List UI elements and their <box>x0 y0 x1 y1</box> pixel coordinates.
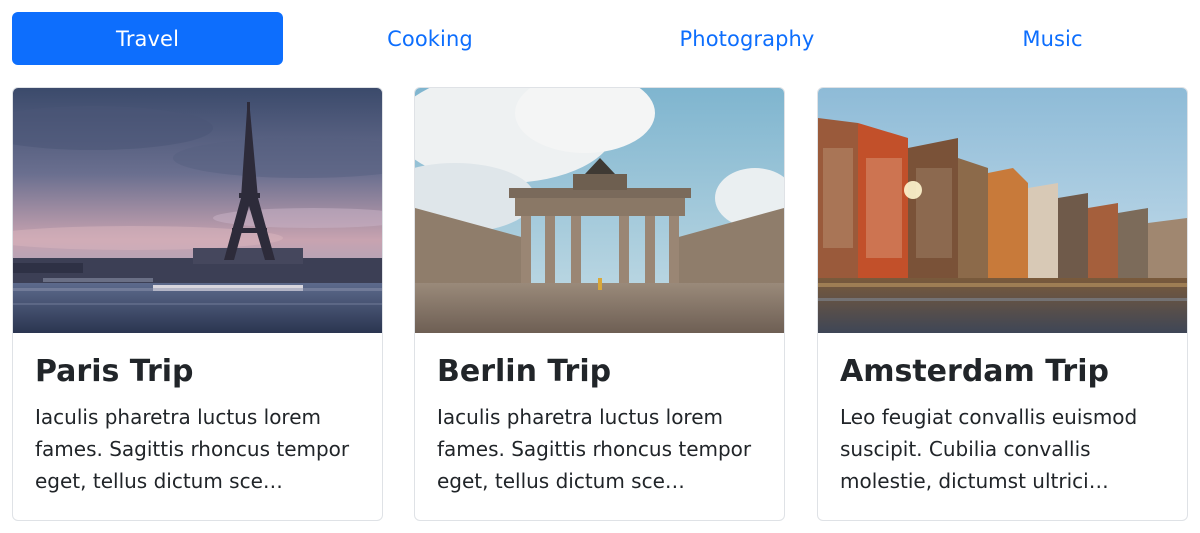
card-title: Berlin Trip <box>437 354 612 389</box>
tab-music[interactable]: Music <box>917 12 1188 65</box>
eiffel-tower-photo <box>13 88 382 333</box>
card-paris[interactable]: Paris Trip Iaculis pharetra luctus lorem… <box>12 87 383 521</box>
card-title: Paris Trip <box>35 354 194 389</box>
amsterdam-canal-houses-photo <box>818 88 1187 333</box>
card-grid: Paris Trip Iaculis pharetra luctus lorem… <box>12 87 1188 521</box>
card-body: Berlin Trip Iaculis pharetra luctus lore… <box>437 353 766 497</box>
card-berlin[interactable]: Berlin Trip Iaculis pharetra luctus lore… <box>414 87 785 521</box>
card-amsterdam[interactable]: Amsterdam Trip Leo feugiat convallis eui… <box>817 87 1188 521</box>
card-title: Amsterdam Trip <box>840 354 1109 389</box>
tab-travel[interactable]: Travel <box>12 12 283 65</box>
card-body: Amsterdam Trip Leo feugiat convallis eui… <box>840 353 1169 497</box>
tab-cooking[interactable]: Cooking <box>283 12 577 65</box>
category-tabs: Travel Cooking Photography Music <box>12 12 1188 65</box>
tab-photography[interactable]: Photography <box>577 12 917 65</box>
page: Travel Cooking Photography Music Paris T… <box>0 0 1200 533</box>
card-text: Iaculis pharetra luctus lorem fames. Sag… <box>437 405 752 493</box>
card-text: Iaculis pharetra luctus lorem fames. Sag… <box>35 405 350 493</box>
card-text: Leo feugiat convallis euismod suscipit. … <box>840 405 1138 493</box>
card-body: Paris Trip Iaculis pharetra luctus lorem… <box>35 353 364 497</box>
brandenburg-gate-photo <box>415 88 784 333</box>
